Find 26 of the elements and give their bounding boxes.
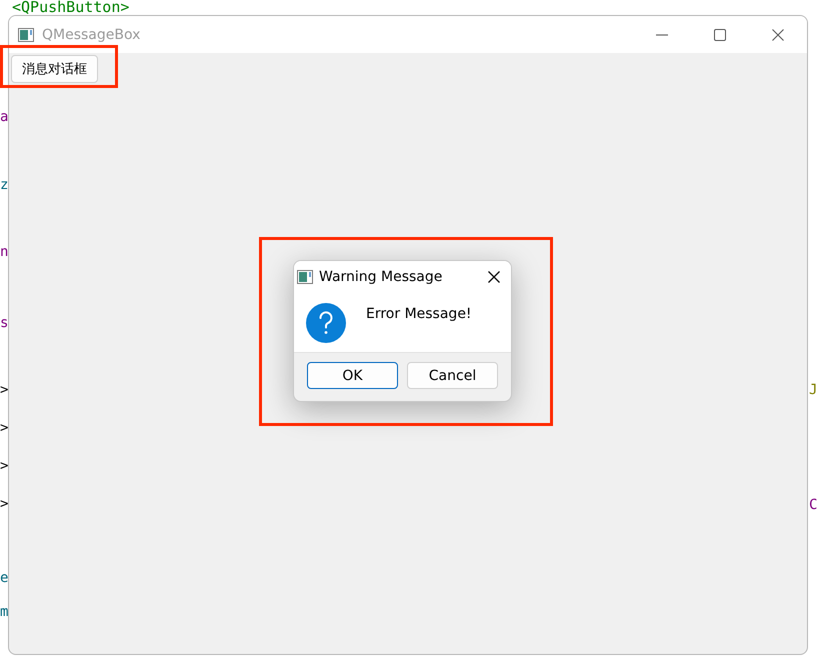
code-text: z bbox=[0, 176, 8, 194]
dialog-message: Error Message! bbox=[366, 306, 472, 322]
code-text: <QPushButton> bbox=[12, 0, 130, 14]
message-dialog-button[interactable]: 消息对话框 bbox=[11, 55, 98, 83]
code-text: J bbox=[809, 381, 818, 399]
close-icon bbox=[772, 28, 784, 40]
code-text: n bbox=[0, 243, 8, 261]
dialog-app-icon bbox=[297, 270, 313, 284]
code-text: s bbox=[0, 314, 8, 332]
code-text: > bbox=[0, 457, 8, 475]
app-icon bbox=[18, 28, 34, 42]
maximize-icon bbox=[714, 28, 726, 40]
minimize-icon bbox=[656, 34, 668, 36]
dialog-button[interactable]: OK bbox=[307, 362, 398, 389]
question-icon bbox=[306, 303, 346, 343]
dialog-button[interactable]: Cancel bbox=[407, 362, 498, 389]
code-text: e bbox=[0, 569, 8, 587]
close-icon bbox=[488, 270, 500, 282]
window-title: QMessageBox bbox=[42, 26, 142, 42]
code-text: > bbox=[0, 419, 8, 437]
dialog-title: Warning Message bbox=[319, 268, 444, 284]
code-text: > bbox=[0, 495, 8, 513]
code-text: C bbox=[809, 496, 818, 514]
code-text: a bbox=[0, 108, 8, 126]
code-text: m bbox=[0, 603, 8, 621]
code-text: > bbox=[0, 381, 8, 399]
